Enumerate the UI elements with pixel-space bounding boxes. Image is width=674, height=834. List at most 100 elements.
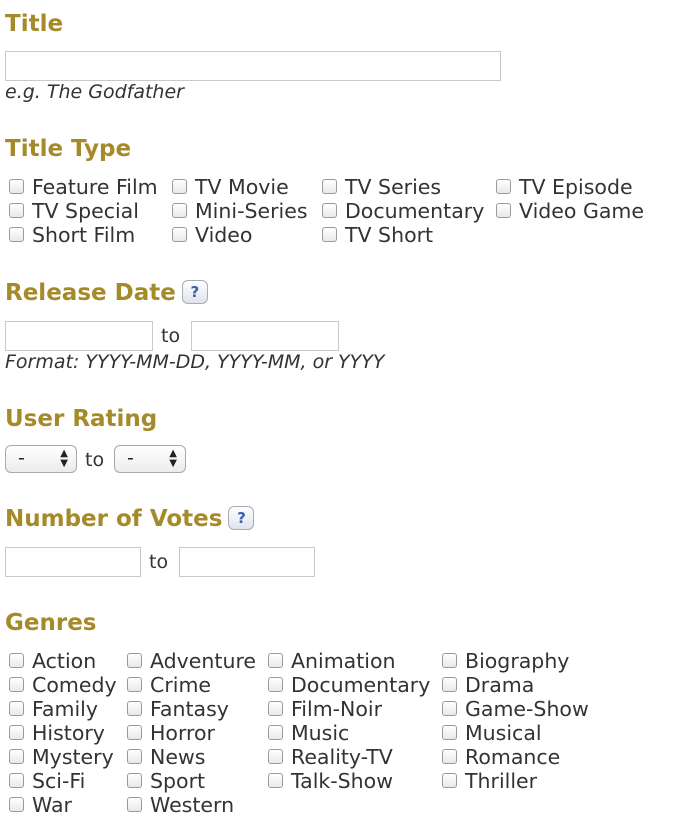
genre-checkbox[interactable]: History <box>9 721 105 745</box>
title-type-label: TV Series <box>345 175 442 199</box>
title-type-checkbox[interactable]: TV Series <box>322 175 441 199</box>
genre-checkbox[interactable]: Comedy <box>9 673 117 697</box>
title-type-label: TV Episode <box>519 175 633 199</box>
genre-checkbox[interactable]: Talk-Show <box>268 769 393 793</box>
checkbox-icon[interactable] <box>268 652 283 668</box>
title-type-checkbox[interactable]: Video Game <box>496 199 644 223</box>
checkbox-icon[interactable] <box>268 700 283 716</box>
checkbox-icon[interactable] <box>268 748 283 764</box>
genre-checkbox[interactable]: Film-Noir <box>268 697 382 721</box>
genre-checkbox[interactable]: Game-Show <box>442 697 589 721</box>
checkbox-icon[interactable] <box>9 700 24 716</box>
checkbox-icon[interactable] <box>442 652 457 668</box>
votes-max-input[interactable] <box>179 547 315 577</box>
checkbox-icon[interactable] <box>9 202 24 218</box>
title-type-label: Mini-Series <box>195 199 308 223</box>
genre-label: Fantasy <box>150 697 229 721</box>
genre-checkbox[interactable]: Animation <box>268 649 396 673</box>
checkbox-icon[interactable] <box>268 676 283 692</box>
genre-checkbox[interactable]: Reality-TV <box>268 745 393 769</box>
genre-checkbox[interactable]: Western <box>127 793 234 817</box>
title-type-label: TV Movie <box>195 175 289 199</box>
genre-checkbox[interactable]: Biography <box>442 649 569 673</box>
select-arrows-icon: ▲ ▼ <box>169 448 177 469</box>
checkbox-icon[interactable] <box>268 772 283 788</box>
genre-checkbox[interactable]: Music <box>268 721 349 745</box>
release-date-from-input[interactable] <box>5 321 153 351</box>
title-type-checkbox[interactable]: TV Special <box>9 199 139 223</box>
votes-min-input[interactable] <box>5 547 141 577</box>
title-type-checkbox[interactable]: Feature Film <box>9 175 158 199</box>
checkbox-icon[interactable] <box>172 202 187 218</box>
checkbox-icon[interactable] <box>9 772 24 788</box>
checkbox-icon[interactable] <box>127 772 142 788</box>
checkbox-icon[interactable] <box>172 178 187 194</box>
checkbox-icon[interactable] <box>268 724 283 740</box>
checkbox-icon[interactable] <box>442 700 457 716</box>
genre-checkbox[interactable]: Sci-Fi <box>9 769 85 793</box>
checkbox-icon[interactable] <box>442 676 457 692</box>
genre-checkbox[interactable]: Crime <box>127 673 211 697</box>
genre-label: History <box>32 721 105 745</box>
genre-checkbox[interactable]: Fantasy <box>127 697 229 721</box>
checkbox-icon[interactable] <box>172 226 187 242</box>
checkbox-icon[interactable] <box>127 724 142 740</box>
checkbox-icon[interactable] <box>442 772 457 788</box>
genre-checkbox[interactable]: Adventure <box>127 649 256 673</box>
checkbox-icon[interactable] <box>9 796 24 812</box>
checkbox-icon[interactable] <box>9 724 24 740</box>
checkbox-icon[interactable] <box>442 748 457 764</box>
checkbox-icon[interactable] <box>127 748 142 764</box>
user-rating-max-select[interactable]: - ▲ ▼ <box>114 445 186 473</box>
checkbox-icon[interactable] <box>9 676 24 692</box>
checkbox-icon[interactable] <box>9 226 24 242</box>
title-type-checkbox[interactable]: TV Short <box>322 223 433 247</box>
title-type-checkbox[interactable]: Mini-Series <box>172 199 308 223</box>
genre-checkbox[interactable]: War <box>9 793 72 817</box>
genre-checkbox[interactable]: Mystery <box>9 745 114 769</box>
genre-checkbox[interactable]: Thriller <box>442 769 537 793</box>
genre-label: Family <box>32 697 98 721</box>
title-type-label: Documentary <box>345 199 485 223</box>
genre-checkbox[interactable]: Musical <box>442 721 542 745</box>
release-date-heading-text: Release Date <box>5 280 176 306</box>
genre-checkbox[interactable]: Drama <box>442 673 534 697</box>
checkbox-icon[interactable] <box>9 652 24 668</box>
checkbox-icon[interactable] <box>127 700 142 716</box>
genre-label: Film-Noir <box>291 697 383 721</box>
genre-label: Musical <box>465 721 542 745</box>
release-date-to-input[interactable] <box>191 321 339 351</box>
checkbox-icon[interactable] <box>322 178 337 194</box>
genre-label: Comedy <box>32 673 117 697</box>
checkbox-icon[interactable] <box>127 652 142 668</box>
checkbox-icon[interactable] <box>127 796 142 812</box>
release-date-heading: Release Date? <box>5 279 208 306</box>
genre-checkbox[interactable]: Sport <box>127 769 205 793</box>
genre-checkbox[interactable]: Horror <box>127 721 215 745</box>
checkbox-icon[interactable] <box>127 676 142 692</box>
title-type-checkbox[interactable]: Short Film <box>9 223 135 247</box>
votes-heading: Number of Votes? <box>5 505 255 532</box>
genre-checkbox[interactable]: News <box>127 745 205 769</box>
genre-checkbox[interactable]: Family <box>9 697 98 721</box>
genre-label: Thriller <box>465 769 538 793</box>
title-type-checkbox[interactable]: Video <box>172 223 252 247</box>
title-input[interactable] <box>5 51 501 81</box>
genre-checkbox[interactable]: Action <box>9 649 96 673</box>
title-type-checkbox[interactable]: Documentary <box>322 199 484 223</box>
checkbox-icon[interactable] <box>9 178 24 194</box>
title-type-label: Video Game <box>519 199 644 223</box>
user-rating-min-select[interactable]: - ▲ ▼ <box>5 445 77 473</box>
checkbox-icon[interactable] <box>496 178 511 194</box>
genre-checkbox[interactable]: Documentary <box>268 673 430 697</box>
help-icon[interactable]: ? <box>228 505 255 530</box>
title-type-checkbox[interactable]: TV Movie <box>172 175 289 199</box>
checkbox-icon[interactable] <box>496 202 511 218</box>
checkbox-icon[interactable] <box>322 226 337 242</box>
genre-checkbox[interactable]: Romance <box>442 745 560 769</box>
checkbox-icon[interactable] <box>9 748 24 764</box>
checkbox-icon[interactable] <box>322 202 337 218</box>
title-type-checkbox[interactable]: TV Episode <box>496 175 633 199</box>
help-icon[interactable]: ? <box>181 279 208 304</box>
checkbox-icon[interactable] <box>442 724 457 740</box>
